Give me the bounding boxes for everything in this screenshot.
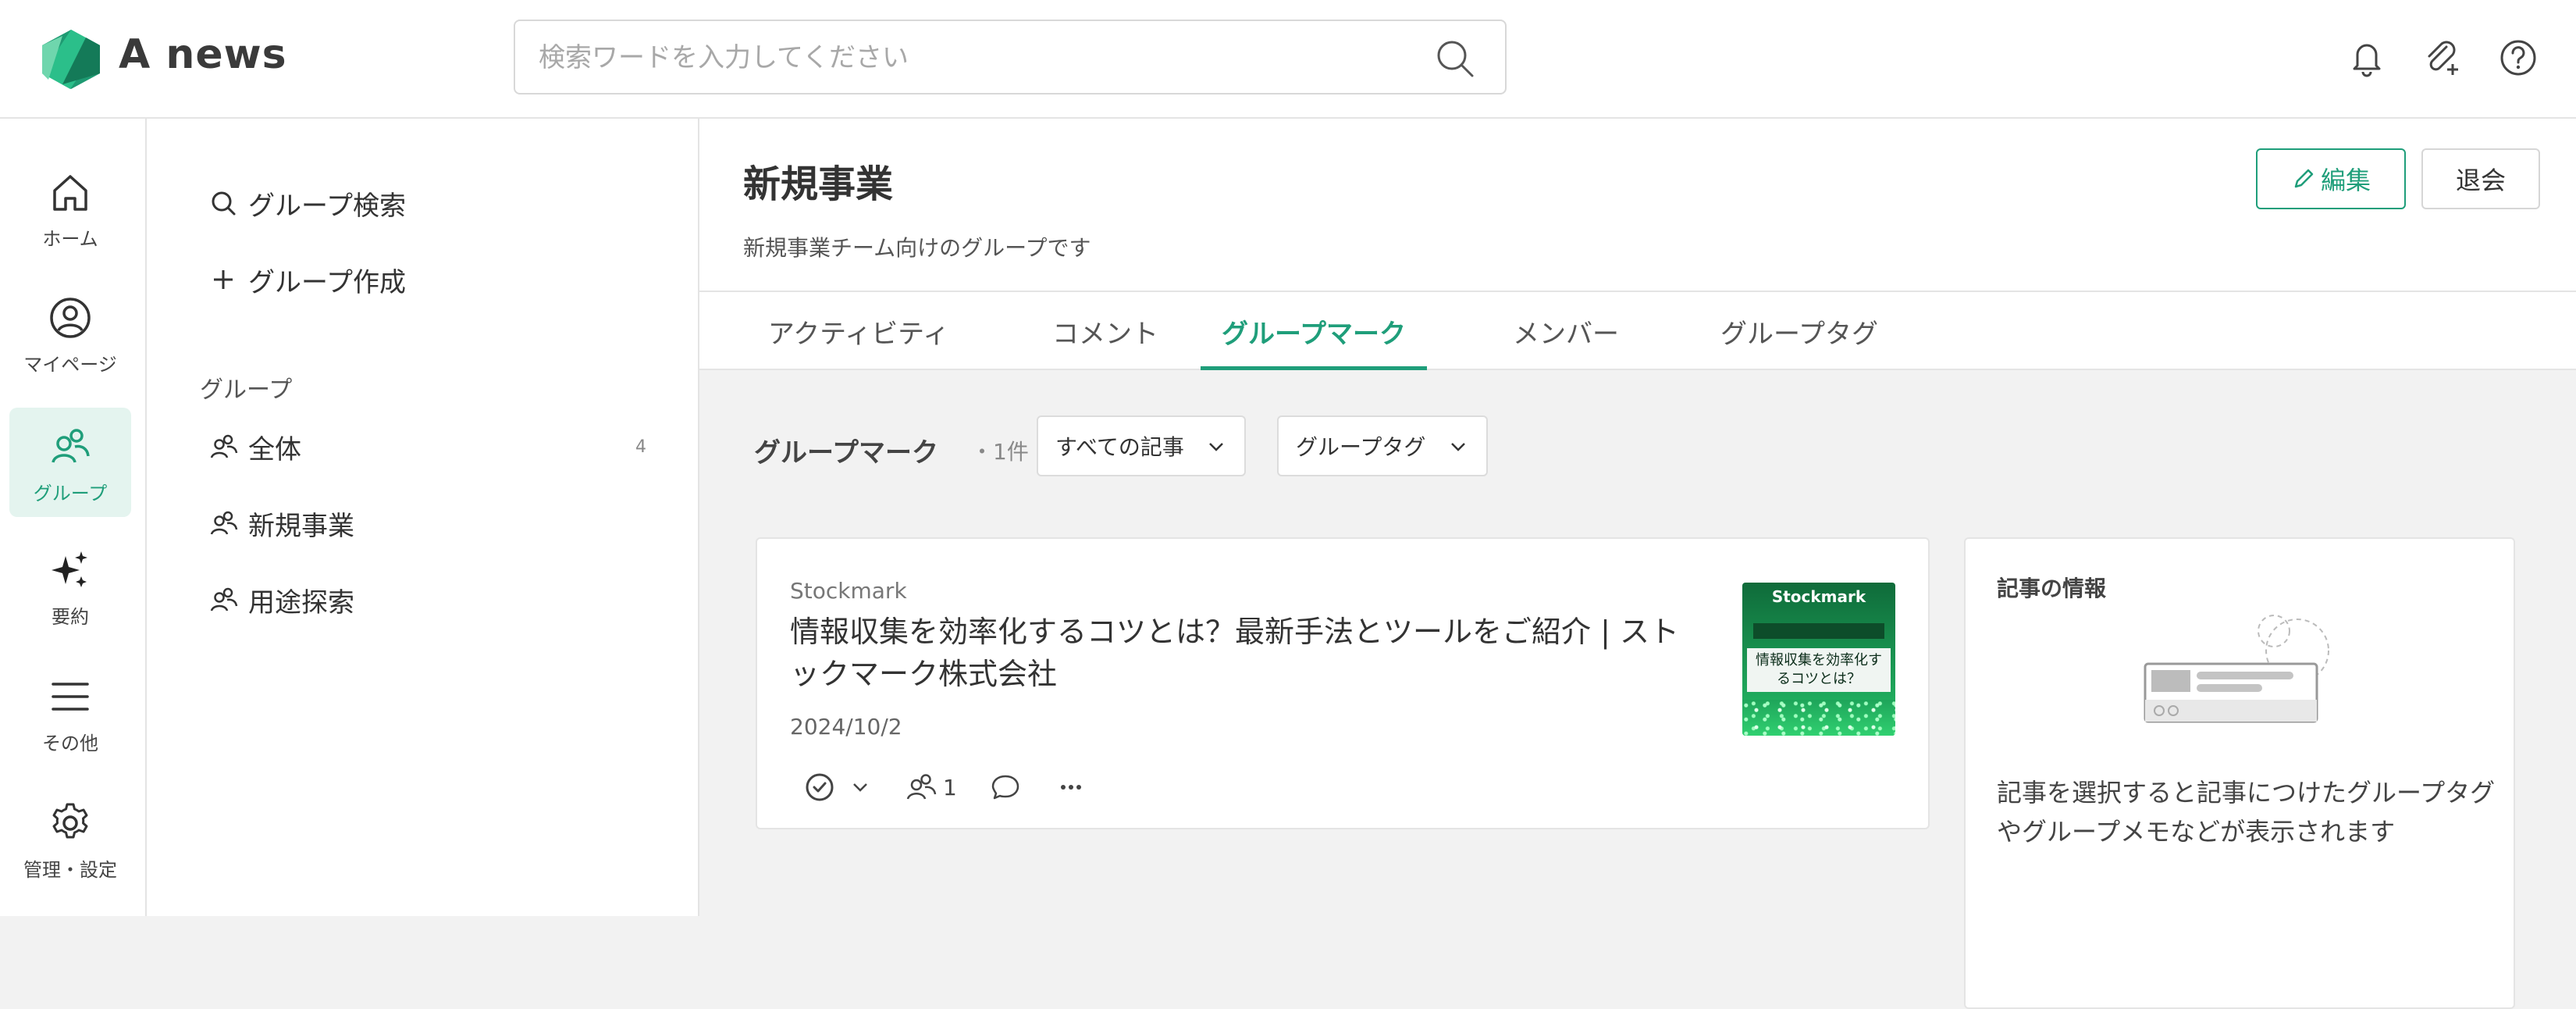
group-search-link[interactable]: グループ検索 xyxy=(208,180,406,226)
rail-label: その他 xyxy=(42,733,98,754)
filter-articles-label: すべての記事 xyxy=(1055,434,1184,460)
thumbnail-decoration xyxy=(1742,700,1895,736)
tab-group-tags[interactable]: グループタグ xyxy=(1688,292,1911,370)
search-box[interactable] xyxy=(514,20,1507,94)
search-icon xyxy=(212,191,236,216)
group-header: 新規事業 新規事業チーム向けのグループです 編集 退会 xyxy=(699,119,2576,292)
group-name: 全体 xyxy=(248,433,301,465)
edit-button-label: 編集 xyxy=(2320,166,2371,195)
group-icon xyxy=(210,511,238,535)
rail-label: 管理・設定 xyxy=(23,859,117,881)
rail-item-other[interactable]: その他 xyxy=(9,658,131,767)
comment-button[interactable] xyxy=(988,770,1023,804)
rail-label: マイページ xyxy=(23,354,117,376)
gear-icon xyxy=(52,803,88,839)
search-icon[interactable] xyxy=(1433,37,1477,80)
sparkle-icon xyxy=(52,551,87,587)
info-panel-message: 記事を選択すると記事につけたグループタグやグループメモなどが表示されます xyxy=(1997,778,2496,847)
clip-icon[interactable] xyxy=(2420,36,2464,80)
group-name: 用途探索 xyxy=(248,587,354,619)
group-description: 新規事業チーム向けのグループです xyxy=(743,235,1091,261)
more-button[interactable] xyxy=(1054,770,1088,804)
article-card[interactable]: Stockmark 情報収集を効率化するコツとは？最新手法とツールをご紹介 | … xyxy=(756,537,1930,829)
group-name: 新規事業 xyxy=(248,510,354,542)
top-header: A news xyxy=(0,0,2576,119)
group-mark-button[interactable]: 1 xyxy=(904,770,957,804)
group-section-heading: グループ xyxy=(200,376,293,404)
search-input[interactable] xyxy=(539,38,1397,77)
rail-item-group[interactable]: グループ xyxy=(9,408,131,517)
rail-label: グループ xyxy=(33,483,108,504)
edit-button[interactable]: 編集 xyxy=(2256,148,2406,209)
leave-button[interactable]: 退会 xyxy=(2421,148,2540,209)
app-logo-icon[interactable] xyxy=(39,28,103,91)
group-icon xyxy=(52,429,90,463)
group-search-label: グループ検索 xyxy=(248,190,406,222)
group-mark-count: 1 xyxy=(943,774,957,800)
left-rail: ホーム マイページ グループ 要約 その他 管理・設定 xyxy=(0,119,147,916)
app-name[interactable]: A news xyxy=(119,31,287,78)
group-item-use-case[interactable]: 用途探索 xyxy=(208,576,354,623)
check-circle-icon xyxy=(806,773,834,801)
read-status-toggle[interactable] xyxy=(802,770,873,804)
filter-articles-dropdown[interactable]: すべての記事 xyxy=(1037,415,1246,476)
group-sidebar: グループ検索 グループ作成 グループ 全体 4 新規事業 用途探索 xyxy=(147,119,699,916)
page-title: 新規事業 xyxy=(743,162,894,206)
tab-comments[interactable]: コメント xyxy=(1027,292,1183,370)
menu-icon xyxy=(52,683,89,711)
comment-icon xyxy=(991,775,1019,800)
chevron-down-icon[interactable] xyxy=(848,775,873,800)
chevron-down-icon xyxy=(1451,443,1465,451)
thumbnail-headline: 情報収集を効率化するコツとは？ xyxy=(1747,648,1891,692)
thumbnail-brand: Stockmark xyxy=(1771,587,1866,606)
group-count: 4 xyxy=(635,437,646,457)
tab-bar: アクティビティ コメント グループマーク メンバー グループタグ xyxy=(699,292,2576,370)
tab-members[interactable]: メンバー xyxy=(1488,292,1644,370)
plus-icon xyxy=(214,270,233,289)
article-info-panel: 記事の情報 記事を選択すると記事につけたグループタグやグループメモなどが表示され… xyxy=(1964,537,2515,1009)
info-panel-title: 記事の情報 xyxy=(1997,576,2107,601)
chevron-down-icon xyxy=(1209,443,1223,451)
thumbnail-band xyxy=(1753,623,1884,639)
home-icon xyxy=(53,175,87,211)
group-icon xyxy=(210,587,238,611)
filter-tag-label: グループタグ xyxy=(1296,434,1426,460)
rail-item-settings[interactable]: 管理・設定 xyxy=(9,784,131,893)
rail-label: 要約 xyxy=(52,606,89,628)
rail-item-home[interactable]: ホーム xyxy=(9,153,131,262)
article-date: 2024/10/2 xyxy=(790,714,902,740)
article-source: Stockmark xyxy=(790,578,907,604)
article-thumbnail[interactable]: Stockmark 情報収集を効率化するコツとは？ xyxy=(1742,583,1895,736)
main-content: 新規事業 新規事業チーム向けのグループです 編集 退会 アクティビティ コメント… xyxy=(699,119,2576,1009)
rail-label: ホーム xyxy=(42,228,98,250)
section-title: グループマーク xyxy=(754,437,938,469)
empty-state-illustration xyxy=(2144,615,2329,723)
section-count: ・1件 xyxy=(971,439,1029,465)
filter-tag-dropdown[interactable]: グループタグ xyxy=(1277,415,1488,476)
tab-activity[interactable]: アクティビティ xyxy=(763,292,954,370)
group-item-new-business[interactable]: 新規事業 xyxy=(208,500,354,547)
article-title[interactable]: 情報収集を効率化するコツとは？最新手法とツールをご紹介 | ストックマーク株式会… xyxy=(790,611,1695,695)
group-icon xyxy=(210,434,238,458)
group-item-all[interactable]: 全体 4 xyxy=(208,423,646,470)
more-icon xyxy=(1060,785,1081,790)
help-icon[interactable] xyxy=(2496,36,2540,80)
tab-group-mark[interactable]: グループマーク xyxy=(1201,292,1427,370)
group-create-link[interactable]: グループ作成 xyxy=(208,256,406,303)
group-create-label: グループ作成 xyxy=(248,266,406,298)
article-actions: 1 xyxy=(802,765,1119,809)
user-icon xyxy=(50,298,91,338)
pencil-icon xyxy=(2294,169,2314,188)
rail-item-summary[interactable]: 要約 xyxy=(9,531,131,640)
bell-icon[interactable] xyxy=(2345,36,2389,80)
group-icon xyxy=(906,774,937,800)
rail-item-mypage[interactable]: マイページ xyxy=(9,279,131,388)
